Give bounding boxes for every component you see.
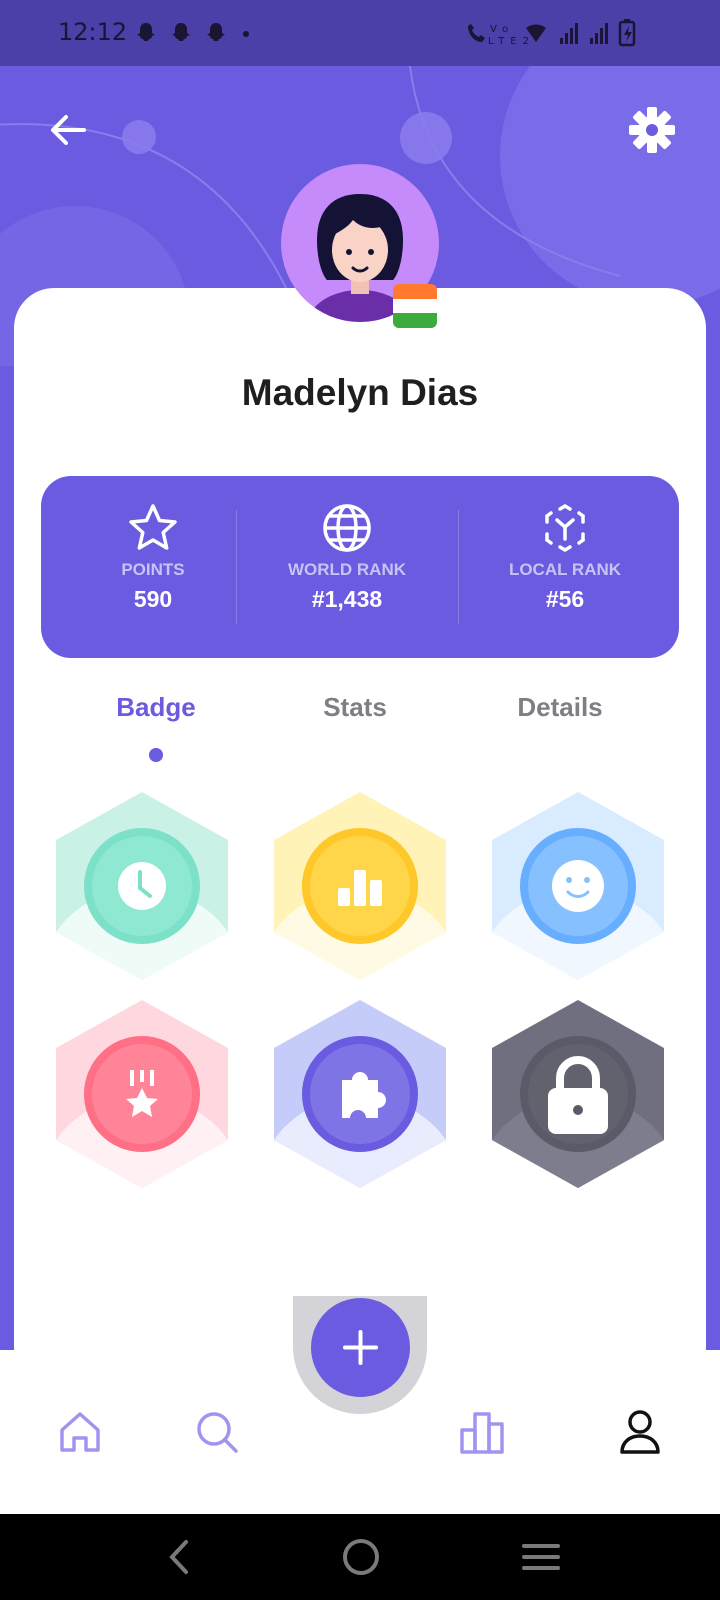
country-flag-icon <box>393 284 437 328</box>
home-icon <box>60 1412 100 1452</box>
stat-local-rank: LOCAL RANK #56 <box>465 476 665 658</box>
stats-summary: POINTS 590 WORLD RANK #1,438 LOCAL RANK … <box>41 476 679 658</box>
nav-profile[interactable] <box>616 1408 664 1456</box>
badge-medal[interactable] <box>54 998 230 1190</box>
stat-value: #56 <box>545 586 585 612</box>
svg-text:Vo: Vo <box>490 24 514 35</box>
arrow-left-icon <box>51 115 86 145</box>
notification-icons <box>134 20 254 54</box>
nav-leaderboard[interactable] <box>458 1408 506 1456</box>
back-button[interactable] <box>44 106 92 154</box>
system-status-icons: Vo LTE2 <box>464 18 664 54</box>
add-icon <box>343 1330 378 1365</box>
badge-smiley[interactable] <box>490 790 666 982</box>
stat-value: 590 <box>133 586 173 612</box>
local-rank-icon <box>545 504 585 552</box>
system-navigation-bar <box>0 1514 720 1600</box>
tab-details[interactable]: Details <box>460 692 660 723</box>
stat-points: POINTS 590 <box>53 476 253 658</box>
clock-icon <box>118 862 166 910</box>
system-back-button[interactable] <box>158 1534 204 1580</box>
status-time: 12:12 <box>58 18 128 46</box>
nav-home[interactable] <box>56 1408 104 1456</box>
tab-stats[interactable]: Stats <box>255 692 455 723</box>
search-icon <box>197 1412 238 1453</box>
nav-search[interactable] <box>193 1408 241 1456</box>
stat-label: POINTS <box>121 560 185 579</box>
stat-label: WORLD RANK <box>287 560 407 579</box>
badge-puzzle[interactable] <box>272 998 448 1190</box>
profile-icon <box>620 1410 660 1454</box>
svg-text:LTE2: LTE2 <box>488 36 535 47</box>
smiley-icon <box>552 860 604 912</box>
user-name: Madelyn Dias <box>241 372 479 413</box>
badge-chart[interactable] <box>272 790 448 982</box>
system-home-button[interactable] <box>338 1534 384 1580</box>
gear-icon <box>629 107 675 153</box>
divider <box>458 510 459 624</box>
chevron-left-icon <box>169 1540 188 1574</box>
add-button[interactable] <box>311 1298 410 1397</box>
stat-label: LOCAL RANK <box>508 560 622 579</box>
circle-home-icon <box>343 1539 379 1575</box>
badge-clock[interactable] <box>54 790 230 982</box>
badge-locked[interactable] <box>490 998 666 1190</box>
star-icon <box>129 504 177 550</box>
tab-badge[interactable]: Badge <box>56 692 256 723</box>
globe-icon <box>323 504 371 552</box>
leaderboard-icon <box>460 1412 504 1454</box>
system-menu-button[interactable] <box>518 1534 564 1580</box>
menu-icon <box>522 1544 560 1570</box>
divider <box>236 510 237 624</box>
stat-value: #1,438 <box>311 586 383 612</box>
status-bar: 12:12 Vo LTE2 <box>0 0 720 66</box>
active-tab-indicator <box>149 748 163 762</box>
stat-world-rank: WORLD RANK #1,438 <box>247 476 447 658</box>
settings-button[interactable] <box>626 104 678 156</box>
